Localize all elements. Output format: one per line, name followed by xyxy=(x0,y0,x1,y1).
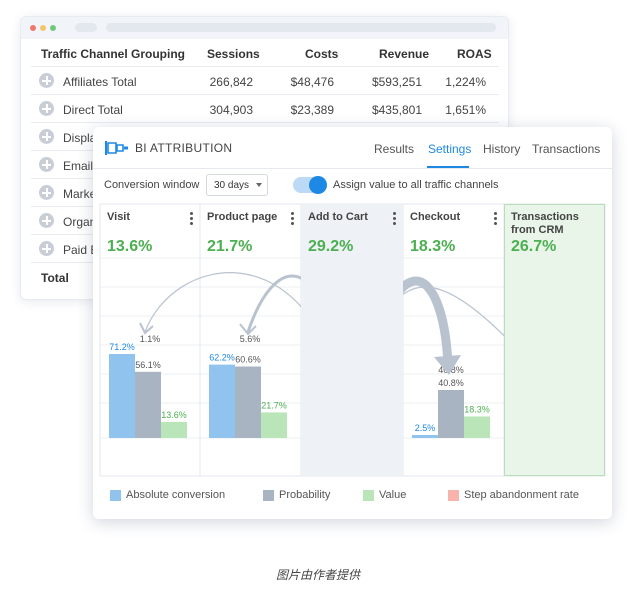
bar-label-absolute: 2.5% xyxy=(415,423,436,433)
step-conversion-value: 18.3% xyxy=(410,238,456,255)
bar-probability xyxy=(235,366,261,438)
tab-transactions[interactable]: Transactions xyxy=(532,142,600,156)
bar-label-absolute: 71.2% xyxy=(109,342,135,352)
bar-label-value: 21.7% xyxy=(261,400,287,410)
channel-name: Email xyxy=(63,159,94,173)
legend-abandonment: Step abandonment rate xyxy=(464,489,579,501)
conversion-window-value: 30 days xyxy=(214,180,250,191)
tab-history[interactable]: History xyxy=(483,142,520,156)
step-conversion-value: 21.7% xyxy=(207,238,253,255)
channel-name: Marke xyxy=(63,187,97,201)
conversion-window-label: Conversion window xyxy=(104,179,200,191)
expand-plus-icon[interactable] xyxy=(39,101,54,116)
expand-plus-icon[interactable] xyxy=(39,73,54,88)
kebab-menu-icon[interactable] xyxy=(393,212,396,227)
maximize-dot-icon xyxy=(50,25,56,31)
bar-label-probability: 40.8% xyxy=(438,378,464,388)
tab-settings[interactable]: Settings xyxy=(428,142,471,156)
browser-bar xyxy=(21,17,508,39)
image-caption: 图片由作者提供 xyxy=(275,568,360,582)
legend-absolute: Absolute conversion xyxy=(126,489,226,501)
legend-swatch-abandon xyxy=(448,490,459,501)
step-conversion-value: 13.6% xyxy=(107,238,153,255)
arrow-head-icon xyxy=(239,323,257,336)
sessions-value: 266,842 xyxy=(209,75,253,89)
conversion-window-select[interactable]: 30 days xyxy=(206,174,268,196)
costs-value: $48,476 xyxy=(290,75,334,89)
browser-tab xyxy=(75,23,97,32)
step-conversion-value: 26.7% xyxy=(511,238,557,255)
bi-attribution-panel: BI ATTRIBUTION Results Settings History … xyxy=(93,127,612,519)
expand-plus-icon[interactable] xyxy=(39,157,54,172)
brand-title: BI ATTRIBUTION xyxy=(135,141,233,155)
col-header-roas: ROAS xyxy=(457,47,492,61)
assign-value-toggle[interactable] xyxy=(293,176,327,194)
bar-label-absolute: 62.2% xyxy=(209,353,235,363)
bi-attribution-logo-icon xyxy=(105,141,128,155)
url-bar xyxy=(106,23,496,32)
roas-value: 1,651% xyxy=(445,103,486,117)
arrow-head-icon xyxy=(434,355,461,375)
legend-swatch-absolute xyxy=(110,490,121,501)
chevron-down-icon xyxy=(256,183,262,187)
expand-plus-icon[interactable] xyxy=(39,213,54,228)
step-header: Visit xyxy=(107,211,131,223)
table-row[interactable]: Direct Total 304,903 $23,389 $435,801 1,651% xyxy=(31,95,499,123)
toggle-knob xyxy=(309,176,327,194)
expand-plus-icon[interactable] xyxy=(39,241,54,256)
bar-absolute xyxy=(109,353,135,438)
channel-name: Direct Total xyxy=(63,103,123,117)
expand-plus-icon[interactable] xyxy=(39,129,54,144)
channel-name: Affiliates Total xyxy=(63,75,137,89)
bar-label-probability: 60.6% xyxy=(235,354,261,364)
legend-swatch-probability xyxy=(263,490,274,501)
bar-label-extra: 40.8% xyxy=(438,365,464,375)
step-header: Product page xyxy=(207,211,278,223)
bar-label-value: 13.6% xyxy=(161,410,187,420)
revenue-value: $593,251 xyxy=(371,75,422,89)
col-header-channel: Traffic Channel Grouping xyxy=(41,47,186,61)
revenue-value: $435,801 xyxy=(371,103,422,117)
col-header-sessions: Sessions xyxy=(207,47,260,61)
sessions-value: 304,903 xyxy=(209,103,253,117)
step-header: Checkout xyxy=(410,211,461,223)
legend-value: Value xyxy=(379,489,407,501)
tab-results[interactable]: Results xyxy=(374,142,414,156)
arrow-head-icon xyxy=(139,322,154,335)
assign-value-label: Assign value to all traffic channels xyxy=(333,179,499,191)
bar-label-extra: 5.6% xyxy=(240,334,261,344)
minimize-dot-icon xyxy=(40,25,46,31)
bar-absolute xyxy=(412,435,438,438)
bar-value xyxy=(261,412,287,438)
close-dot-icon xyxy=(30,25,36,31)
kebab-menu-icon[interactable] xyxy=(190,212,193,227)
bar-probability xyxy=(438,390,464,438)
col-header-revenue: Revenue xyxy=(379,47,430,61)
bar-value xyxy=(464,416,490,438)
bar-absolute xyxy=(209,364,235,438)
kebab-menu-icon[interactable] xyxy=(291,212,294,227)
legend-probability: Probability xyxy=(279,489,331,501)
roas-value: 1,224% xyxy=(445,75,486,89)
step-header: Add to Cart xyxy=(308,211,368,223)
channel-name: Displa xyxy=(63,131,97,145)
costs-value: $23,389 xyxy=(290,103,334,117)
col-header-costs: Costs xyxy=(305,47,339,61)
panel-header: BI ATTRIBUTION Results Settings History … xyxy=(93,127,612,169)
table-row[interactable]: Affiliates Total 266,842 $48,476 $593,251 1,… xyxy=(31,67,499,95)
bar-label-probability: 56.1% xyxy=(135,360,161,370)
bar-value xyxy=(161,421,187,438)
bar-probability xyxy=(135,371,161,438)
step-conversion-value: 29.2% xyxy=(308,238,354,255)
bar-label-extra: 1.1% xyxy=(140,334,161,344)
expand-plus-icon[interactable] xyxy=(39,185,54,200)
kebab-menu-icon[interactable] xyxy=(494,212,497,227)
total-label: Total xyxy=(41,271,69,285)
active-tab-indicator xyxy=(427,166,469,168)
table-header: Traffic Channel Grouping Sessions Costs … xyxy=(31,39,499,67)
bar-label-value: 18.3% xyxy=(464,404,490,414)
legend-swatch-value xyxy=(363,490,374,501)
step-header: Transactions from CRM xyxy=(511,211,579,236)
